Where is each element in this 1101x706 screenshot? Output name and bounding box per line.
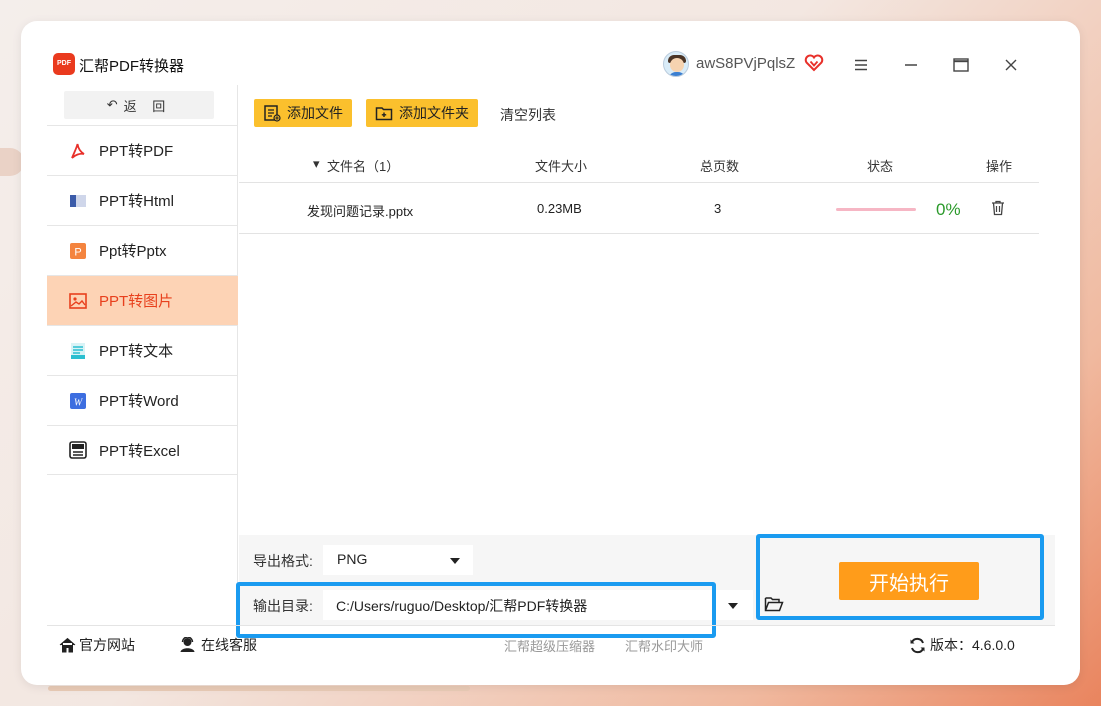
refresh-icon[interactable] xyxy=(909,637,926,654)
html-icon xyxy=(68,191,88,211)
username[interactable]: awS8PVjPqlsZ xyxy=(696,55,795,72)
support-icon xyxy=(180,637,195,652)
file-name: 发现问题记录.pptx xyxy=(307,204,414,219)
sidebar-item-label: PPT转文本 xyxy=(99,343,174,360)
chevron-down-icon xyxy=(450,558,460,564)
menu-icon[interactable] xyxy=(849,53,873,77)
page-count: 3 xyxy=(714,201,722,216)
add-file-button[interactable]: 添加文件 xyxy=(254,99,352,127)
footer: 官方网站 在线客服 汇帮超级压缩器 汇帮水印大师 版本： 4.6.0.0 xyxy=(47,625,1055,662)
add-folder-button[interactable]: 添加文件夹 xyxy=(366,99,478,127)
add-file-icon xyxy=(263,104,281,122)
column-pages: 总页数 xyxy=(700,159,740,174)
sidebar-item-label: PPT转Html xyxy=(99,193,175,210)
table-row[interactable]: 发现问题记录.pptx 0.23MB 3 0% xyxy=(239,184,1039,234)
format-select[interactable]: PNG xyxy=(323,545,473,575)
website-label: 官方网站 xyxy=(79,637,135,653)
app-title: 汇帮PDF转换器 xyxy=(79,58,185,75)
pdf-icon xyxy=(68,141,88,161)
sidebar-item-label: PPT转Word xyxy=(99,393,179,410)
close-icon[interactable] xyxy=(999,53,1023,77)
sort-down-icon[interactable]: ▾ xyxy=(313,156,320,172)
back-button[interactable]: ↶ 返 回 xyxy=(64,91,214,119)
sidebar: ↶ 返 回 PPT转PDF PPT转Html P Ppt转Pptx PPT转图片… xyxy=(47,85,238,625)
maximize-icon[interactable] xyxy=(949,53,973,77)
app-logo-icon: PDF xyxy=(53,53,75,75)
format-label: 导出格式: xyxy=(253,553,313,569)
progress-bar xyxy=(836,208,916,211)
app-window: PDF 汇帮PDF转换器 awS8PVjPqlsZ ↶ 返 回 PPT转PDF … xyxy=(47,45,1055,662)
pptx-icon: P xyxy=(68,241,88,261)
title-bar: PDF 汇帮PDF转换器 awS8PVjPqlsZ xyxy=(47,45,1055,85)
vip-heart-icon[interactable] xyxy=(804,53,824,73)
home-icon xyxy=(59,637,76,653)
format-value: PNG xyxy=(337,551,368,567)
sidebar-item-label: PPT转PDF xyxy=(99,143,174,160)
file-size: 0.23MB xyxy=(537,201,582,216)
minimize-icon[interactable] xyxy=(899,53,923,77)
column-size: 文件大小 xyxy=(535,159,588,174)
add-file-label: 添加文件 xyxy=(287,105,343,121)
trash-icon[interactable] xyxy=(990,199,1006,219)
sidebar-nav: PPT转PDF PPT转Html P Ppt转Pptx PPT转图片 PPT转文… xyxy=(47,125,238,475)
sidebar-item-ppt-to-pptx[interactable]: P Ppt转Pptx xyxy=(47,225,238,275)
background-decoration xyxy=(48,686,470,691)
back-arrow-icon: ↶ xyxy=(106,97,118,112)
user-avatar[interactable] xyxy=(663,51,689,77)
version-label: 版本： xyxy=(930,637,972,653)
sidebar-item-ppt-to-html[interactable]: PPT转Html xyxy=(47,175,238,225)
back-label: 返 回 xyxy=(123,98,172,114)
support-label: 在线客服 xyxy=(201,637,257,653)
version-value: 4.6.0.0 xyxy=(972,637,1015,653)
sidebar-item-ppt-to-excel[interactable]: PPT转Excel xyxy=(47,425,238,475)
svg-text:P: P xyxy=(74,246,81,258)
add-folder-icon xyxy=(375,104,393,122)
excel-icon xyxy=(68,440,88,460)
watermark-link[interactable]: 汇帮水印大师 xyxy=(625,636,703,655)
sidebar-item-ppt-to-text[interactable]: PPT转文本 xyxy=(47,325,238,375)
column-action: 操作 xyxy=(986,159,1013,174)
sidebar-item-label: PPT转图片 xyxy=(99,293,174,310)
progress-percent: 0% xyxy=(936,200,961,219)
file-panel: 添加文件 添加文件夹 清空列表 ▾ 文件名（1） 文件大小 总页数 状态 操作 … xyxy=(239,85,1055,535)
compressor-link[interactable]: 汇帮超级压缩器 xyxy=(504,636,595,655)
version-info: 版本： 4.6.0.0 xyxy=(909,635,1015,655)
website-link[interactable]: 官方网站 xyxy=(59,635,135,655)
column-status: 状态 xyxy=(867,159,894,174)
support-link[interactable]: 在线客服 xyxy=(179,635,257,655)
table-header: ▾ 文件名（1） 文件大小 总页数 状态 操作 xyxy=(239,145,1039,183)
word-icon: W xyxy=(68,391,88,411)
text-icon xyxy=(68,341,88,361)
sidebar-item-label: PPT转Excel xyxy=(99,442,180,460)
sidebar-item-ppt-to-image[interactable]: PPT转图片 xyxy=(47,275,238,325)
image-icon xyxy=(68,291,88,311)
clear-list-button[interactable]: 清空列表 xyxy=(500,105,556,125)
sidebar-item-ppt-to-word[interactable]: W PPT转Word xyxy=(47,375,238,425)
sidebar-item-label: Ppt转Pptx xyxy=(99,243,167,260)
add-folder-label: 添加文件夹 xyxy=(399,105,469,121)
column-name[interactable]: 文件名（1） xyxy=(327,156,399,175)
highlight-box-start xyxy=(756,534,1044,620)
sidebar-item-ppt-to-pdf[interactable]: PPT转PDF xyxy=(47,125,238,175)
chevron-down-icon[interactable] xyxy=(728,603,738,609)
